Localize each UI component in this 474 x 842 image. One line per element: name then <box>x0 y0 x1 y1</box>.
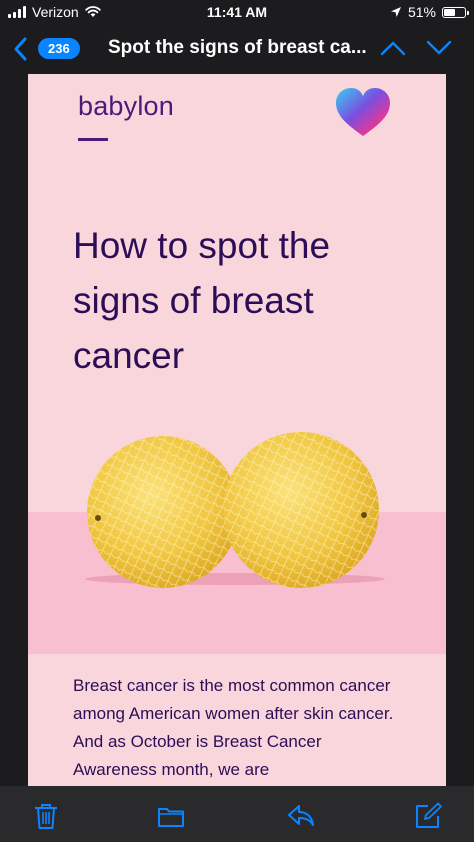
email-body-text: Breast cancer is the most common cancer … <box>73 676 394 779</box>
heart-icon <box>336 88 390 136</box>
battery-percent: 51% <box>407 4 436 20</box>
email-body[interactable]: babylon How to spot the signs of breast … <box>28 74 446 786</box>
brand-logo[interactable]: babylon <box>78 91 174 122</box>
status-right: 51% <box>390 4 469 20</box>
compose-icon[interactable] <box>414 802 442 830</box>
battery-fill <box>444 8 456 16</box>
melons-image <box>28 424 446 654</box>
bottom-toolbar <box>0 786 474 842</box>
location-icon <box>390 7 401 17</box>
nav-bar: 236 Spot the signs of breast ca... <box>0 24 474 74</box>
battery-icon <box>442 6 469 18</box>
logo-underline <box>78 138 108 141</box>
email-headline: How to spot the signs of breast cancer <box>73 225 331 376</box>
folder-icon[interactable] <box>157 802 185 830</box>
status-bar: Verizon 11:41 AM 51% <box>0 0 474 24</box>
reply-icon[interactable] <box>287 802 315 830</box>
chevron-down-icon[interactable] <box>426 39 452 57</box>
chevron-up-icon[interactable] <box>380 39 406 57</box>
unread-count-badge[interactable]: 236 <box>38 38 80 59</box>
email-subject-title: Spot the signs of breast ca... <box>108 37 367 58</box>
chevron-left-icon[interactable] <box>10 36 34 62</box>
trash-icon[interactable] <box>32 802 60 830</box>
